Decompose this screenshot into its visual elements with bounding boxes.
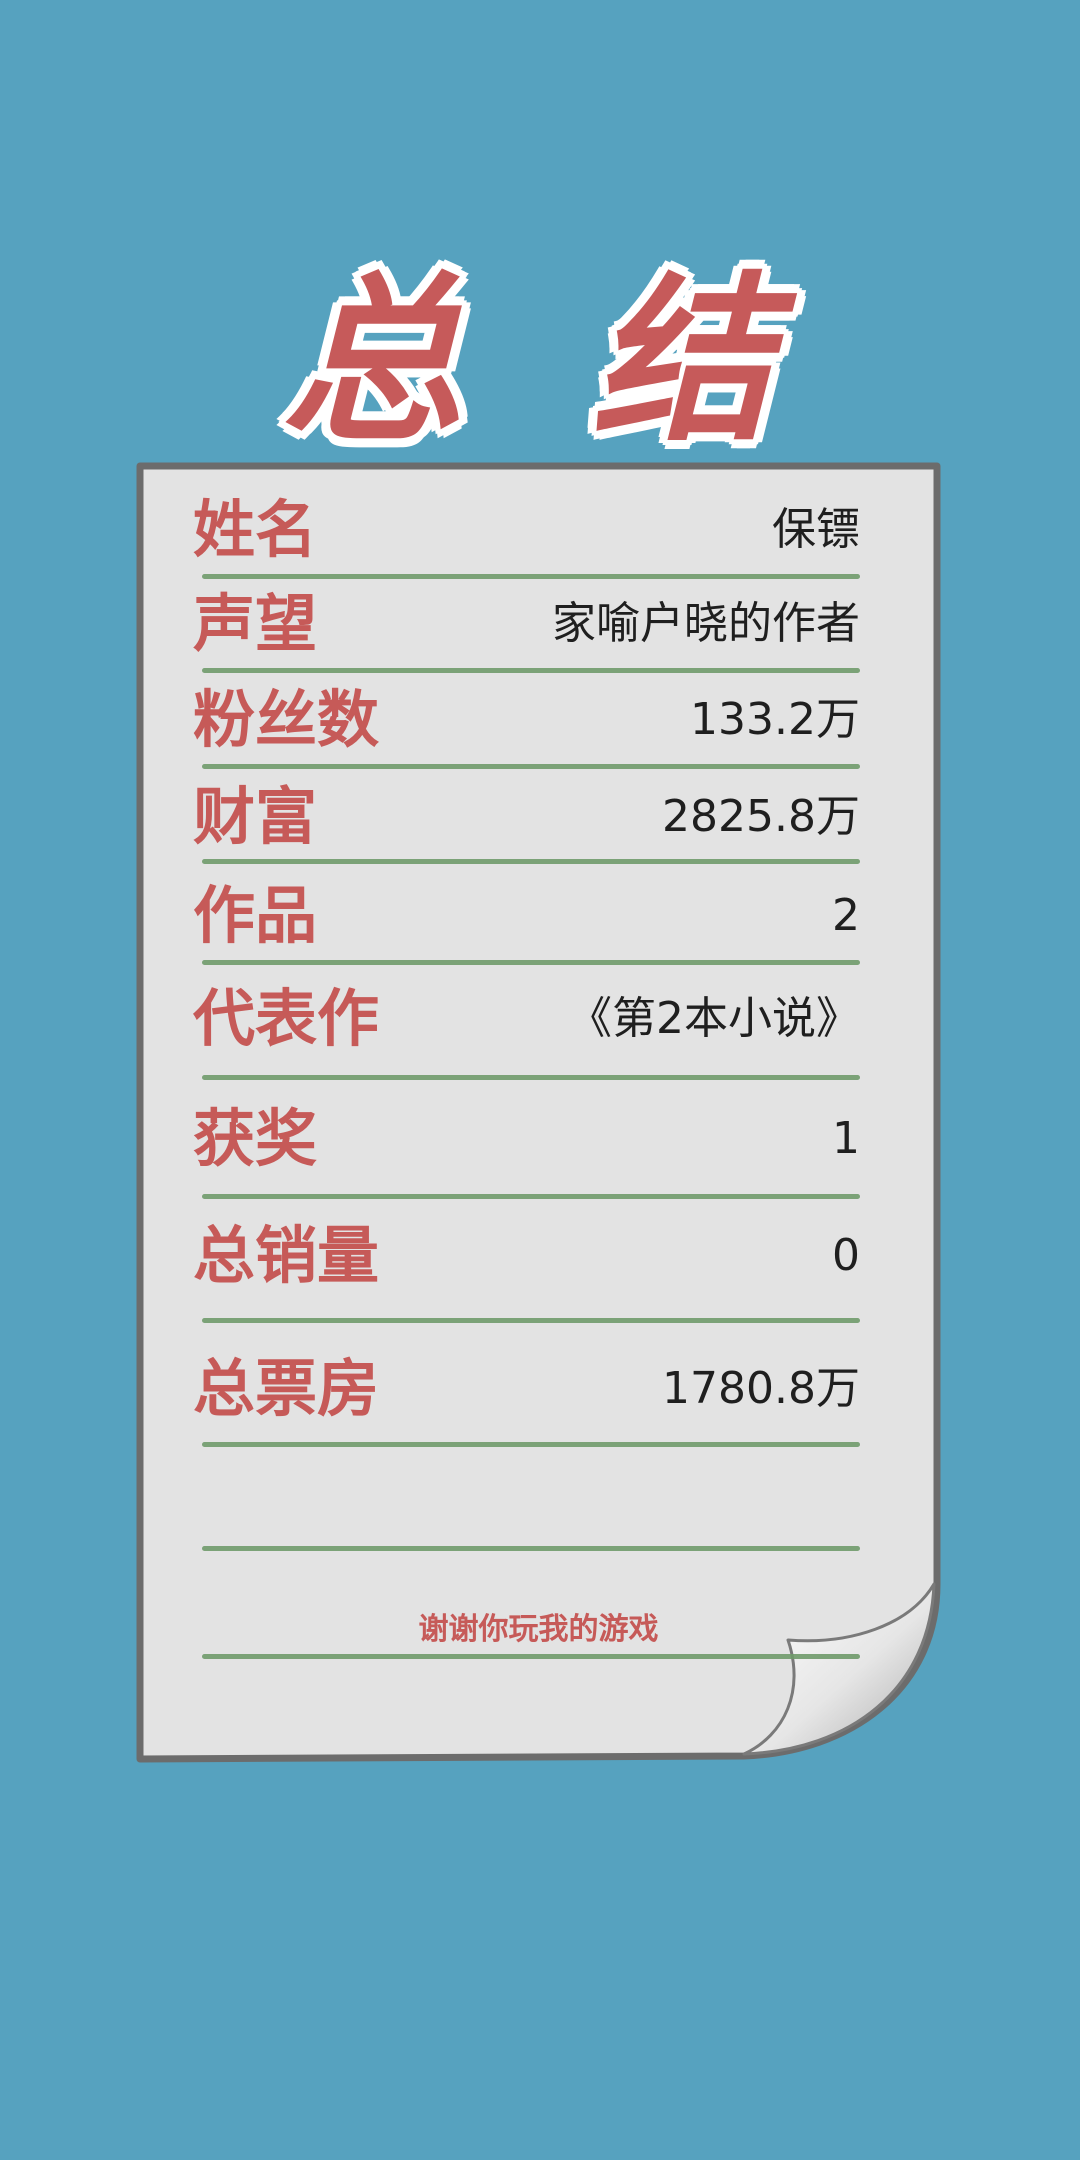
row-works: 作品 2 [193, 876, 860, 956]
divider [202, 1318, 860, 1323]
row-label: 姓名 [193, 493, 318, 566]
summary-title: 总结 [282, 257, 903, 466]
row-value: 1780.8万 [662, 1363, 860, 1414]
row-value: 0 [832, 1230, 860, 1281]
divider [202, 960, 860, 965]
row-total-sales: 总销量 0 [193, 1216, 860, 1296]
row-value: 133.2万 [690, 694, 860, 745]
row-label: 获奖 [193, 1102, 318, 1175]
row-box-office: 总票房 1780.8万 [193, 1349, 860, 1429]
divider [202, 1442, 860, 1447]
row-label: 财富 [193, 780, 318, 853]
divider [202, 1194, 860, 1199]
divider [202, 574, 860, 579]
row-label: 作品 [193, 879, 318, 952]
divider [202, 1546, 860, 1551]
row-label: 粉丝数 [193, 683, 380, 756]
row-label: 代表作 [193, 982, 380, 1055]
row-label: 声望 [193, 587, 318, 660]
divider [202, 1075, 860, 1080]
row-value: 《第2本小说》 [568, 993, 860, 1044]
row-label: 总票房 [193, 1352, 380, 1425]
thanks-footer: 谢谢你玩我的游戏 [418, 1612, 659, 1647]
row-fans: 粉丝数 133.2万 [193, 680, 860, 760]
row-awards: 获奖 1 [193, 1099, 860, 1179]
row-reputation: 声望 家喻户晓的作者 [193, 584, 860, 664]
row-wealth: 财富 2825.8万 [193, 777, 860, 857]
divider [202, 764, 860, 769]
divider [202, 859, 860, 864]
row-value: 保镖 [772, 504, 860, 555]
row-masterpiece: 代表作 《第2本小说》 [193, 979, 860, 1059]
row-value: 2825.8万 [662, 791, 860, 842]
row-label: 总销量 [193, 1219, 380, 1292]
row-value: 2 [832, 890, 860, 941]
row-value: 家喻户晓的作者 [552, 598, 860, 649]
row-value: 1 [832, 1113, 860, 1164]
divider [202, 668, 860, 673]
row-name: 姓名 保镖 [193, 490, 860, 570]
divider [202, 1654, 860, 1659]
summary-screen: 总结 姓名 保镖 声望 家喻户晓的作者 粉丝数 133.2万 财富 2825.8… [0, 0, 1080, 2160]
